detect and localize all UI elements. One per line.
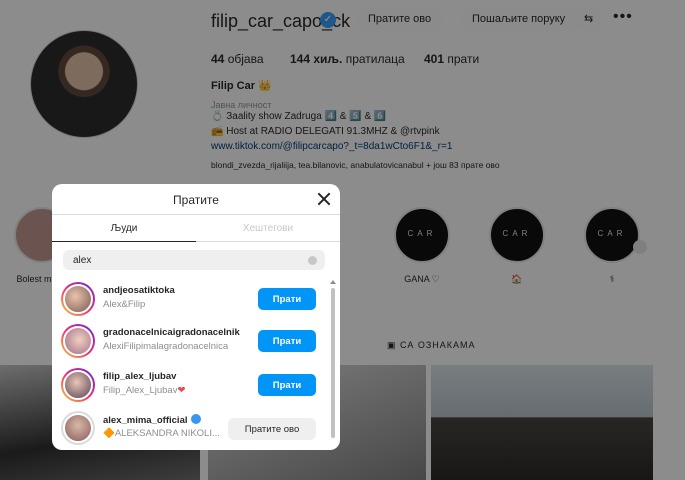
list-item[interactable]: alex_mima_official 🔶ALEKSANDRA NIKOLI...… [61,411,327,449]
row-username[interactable]: andjeosatiktoka [103,285,175,296]
row-username[interactable]: gradonacelnicaigradonacelnik [103,327,240,338]
avatar[interactable] [61,282,95,316]
modal-title: Пратите [173,193,219,207]
modal-scrollbar[interactable] [330,280,336,445]
follow-button[interactable]: Прати [258,288,316,310]
modal-tabs: Људи Хештегови [52,214,340,242]
tab-people[interactable]: Људи [52,215,196,242]
scroll-thumb[interactable] [331,288,335,438]
following-button[interactable]: Пратите ово [228,418,316,440]
row-username[interactable]: alex_mima_official [103,414,201,426]
follow-button[interactable]: Прати [258,330,316,352]
search-input[interactable] [63,250,325,270]
list-item[interactable]: filip_alex_ljubav Filip_Alex_Ljubav❤ Пра… [61,368,327,406]
verified-badge-icon [190,414,201,424]
row-fullname: 🔶ALEKSANDRA NIKOLI... [103,428,220,439]
list-item[interactable]: andjeosatiktoka Alex&Filip Прати [61,282,327,320]
scroll-up-icon[interactable] [330,280,336,284]
avatar[interactable] [61,411,95,445]
row-fullname: AlexiFilipimalagradonacelnica [103,341,229,352]
list-item[interactable]: gradonacelnicaigradonacelnik AlexiFilipi… [61,324,327,362]
follow-button[interactable]: Прати [258,374,316,396]
following-modal: Пратите Људи Хештегови andjeosatiktoka A… [52,184,340,450]
row-fullname: Alex&Filip [103,299,146,310]
heart-icon: ❤ [177,385,186,396]
close-icon[interactable] [313,188,335,210]
clear-search-icon[interactable] [308,256,317,265]
avatar[interactable] [61,368,95,402]
row-fullname: Filip_Alex_Ljubav❤ [103,385,186,396]
avatar[interactable] [61,324,95,358]
tab-hashtags[interactable]: Хештегови [196,215,340,242]
row-username[interactable]: filip_alex_ljubav [103,371,176,382]
